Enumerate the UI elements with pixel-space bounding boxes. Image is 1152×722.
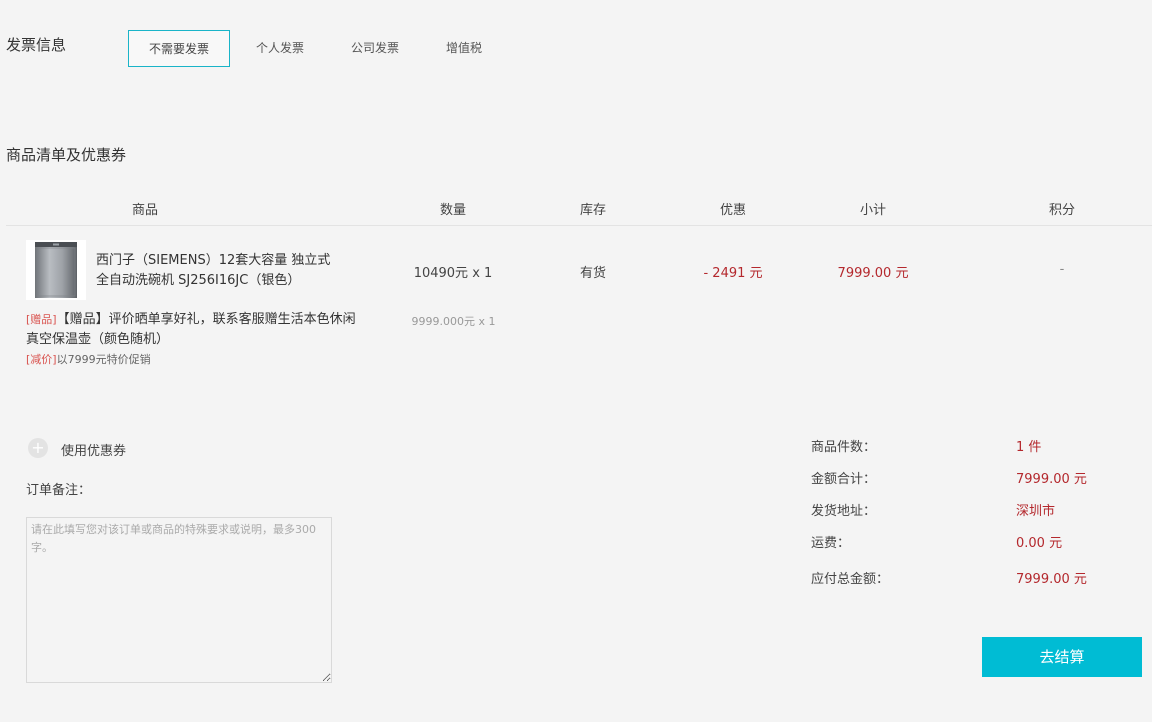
gift-text-line2: 真空保温壶（颜色随机） bbox=[26, 332, 170, 347]
invoice-option-vat[interactable]: 增值税 bbox=[424, 30, 504, 67]
item-count-value: 1 件 bbox=[1016, 440, 1042, 455]
column-header-quantity: 数量 bbox=[439, 203, 466, 218]
column-header-points: 积分 bbox=[1048, 203, 1075, 218]
checkout-button[interactable]: 去结算 bbox=[982, 637, 1142, 677]
total-amount-label: 金额合计： bbox=[811, 472, 877, 487]
invoice-option-personal[interactable]: 个人发票 bbox=[236, 30, 324, 67]
product-thumbnail[interactable] bbox=[26, 240, 86, 300]
column-header-discount: 优惠 bbox=[719, 203, 746, 218]
total-amount-value: 7999.00 元 bbox=[1016, 472, 1087, 487]
ship-from-label: 发货地址： bbox=[811, 504, 877, 519]
column-header-goods: 商品 bbox=[131, 203, 158, 218]
product-name-line1: 西门子（SIEMENS）12套大容量 独立式 bbox=[96, 253, 331, 268]
invoice-option-company[interactable]: 公司发票 bbox=[330, 30, 420, 67]
use-coupon-link[interactable]: 使用优惠券 bbox=[61, 440, 126, 459]
product-name[interactable]: 西门子（SIEMENS）12套大容量 独立式 全自动洗碗机 SJ256I16JC… bbox=[96, 251, 376, 291]
product-quantity: 10490元 x 1 bbox=[413, 266, 493, 281]
order-remark-input[interactable] bbox=[26, 517, 332, 683]
payable-amount-label: 应付总金额： bbox=[811, 572, 890, 587]
promo-tag: [减价] bbox=[26, 353, 57, 366]
product-discount: - 2491 元 bbox=[703, 266, 763, 281]
gift-price: 9999.000元 x 1 bbox=[411, 315, 496, 328]
gift-text-line1: 【赠品】评价晒单享好礼，联系客服赠生活本色休闲 bbox=[56, 312, 356, 327]
item-count-label: 商品件数： bbox=[811, 440, 877, 455]
product-points: - bbox=[1059, 262, 1065, 277]
gift-item: [赠品]【赠品】评价晒单享好礼，联系客服赠生活本色休闲 真空保温壶（颜色随机） bbox=[26, 310, 406, 350]
product-stock: 有货 bbox=[579, 266, 606, 281]
ship-from-value: 深圳市 bbox=[1016, 504, 1056, 519]
payable-amount-value: 7999.00 元 bbox=[1016, 572, 1087, 587]
add-coupon-icon[interactable]: + bbox=[28, 438, 48, 458]
product-name-line2: 全自动洗碗机 SJ256I16JC（银色） bbox=[96, 273, 301, 288]
order-remark-label: 订单备注： bbox=[26, 483, 92, 498]
dishwasher-image bbox=[35, 242, 77, 298]
gift-tag: [赠品] bbox=[26, 313, 57, 326]
column-header-stock: 库存 bbox=[579, 203, 606, 218]
column-header-subtotal: 小计 bbox=[859, 203, 886, 218]
product-subtotal: 7999.00 元 bbox=[837, 266, 909, 281]
goods-section-title: 商品清单及优惠券 bbox=[6, 146, 127, 164]
header-divider bbox=[6, 225, 1152, 226]
shipping-fee-value: 0.00 元 bbox=[1016, 536, 1063, 551]
invoice-section-title: 发票信息 bbox=[6, 36, 67, 54]
shipping-fee-label: 运费： bbox=[811, 536, 851, 551]
invoice-option-none[interactable]: 不需要发票 bbox=[128, 30, 230, 67]
promo-text: 以7999元特价促销 bbox=[56, 353, 151, 366]
promo-item: [减价]以7999元特价促销 bbox=[26, 351, 151, 367]
